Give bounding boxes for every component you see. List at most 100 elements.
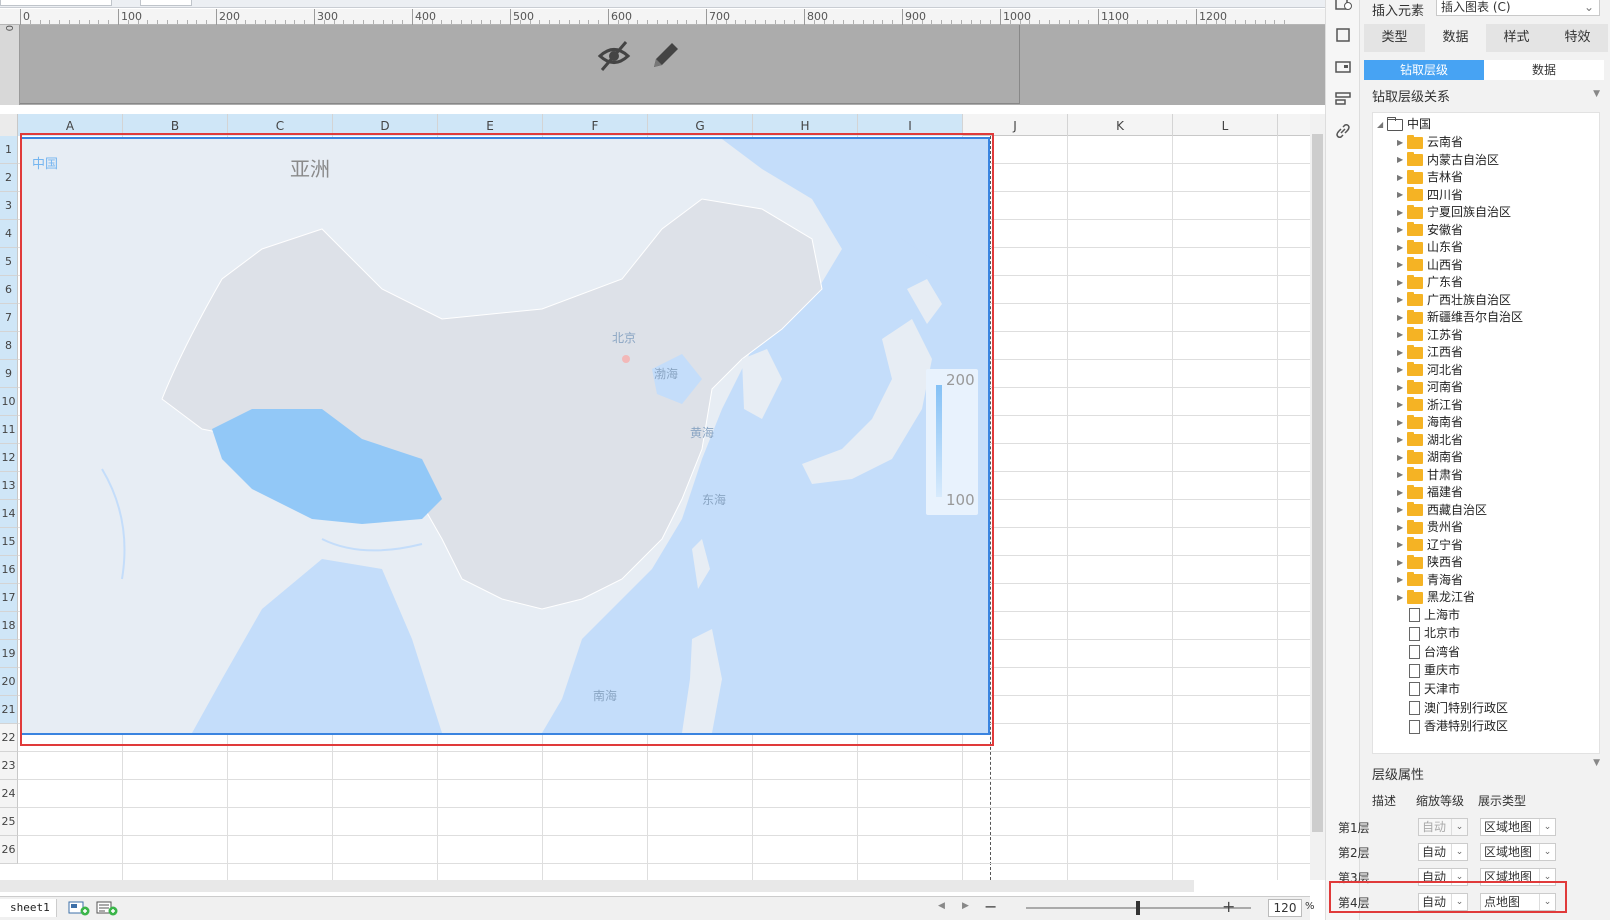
row-header-19[interactable]: 19	[0, 640, 18, 668]
tree-item-folder[interactable]: ▶ 河南省	[1397, 378, 1463, 396]
tree-item-folder[interactable]: ▶ 西藏自治区	[1397, 501, 1487, 519]
zoom-slider-handle[interactable]	[1136, 901, 1140, 915]
color-legend[interactable]: 200 100	[926, 369, 978, 515]
vertical-scrollbar[interactable]	[1310, 114, 1325, 880]
subtab-data[interactable]: 数据	[1484, 60, 1604, 80]
level-zoom-select[interactable]: 自动 ⌄	[1418, 843, 1468, 861]
row-header-16[interactable]: 16	[0, 556, 18, 584]
props-collapse-icon[interactable]: ▼	[1593, 758, 1600, 768]
tree-item-folder[interactable]: ▶ 福建省	[1397, 483, 1463, 501]
row-header-20[interactable]: 20	[0, 668, 18, 696]
tree-item-leaf[interactable]: 北京市	[1409, 624, 1460, 642]
tree-item-folder[interactable]: ▶ 海南省	[1397, 413, 1463, 431]
expand-arrow-icon[interactable]: ▶	[1397, 449, 1407, 467]
expand-arrow-icon[interactable]: ▶	[1397, 379, 1407, 397]
tree-item-folder[interactable]: ▶ 浙江省	[1397, 396, 1463, 414]
collapse-arrow-icon[interactable]: ◢	[1377, 116, 1387, 134]
column-header-i[interactable]: I	[858, 114, 963, 136]
tree-item-folder[interactable]: ▶ 内蒙古自治区	[1397, 151, 1499, 169]
tree-item-folder[interactable]: ▶ 安徽省	[1397, 221, 1463, 239]
expand-arrow-icon[interactable]: ▶	[1397, 484, 1407, 502]
row-header-14[interactable]: 14	[0, 500, 18, 528]
expand-arrow-icon[interactable]: ▶	[1397, 536, 1407, 554]
column-header-j[interactable]: J	[963, 114, 1068, 136]
scroll-left-icon[interactable]: ◀	[938, 901, 945, 911]
row-header-21[interactable]: 21	[0, 696, 18, 724]
row-header-10[interactable]: 10	[0, 388, 18, 416]
tab-style[interactable]: 样式	[1486, 24, 1547, 52]
column-header-d[interactable]: D	[333, 114, 438, 136]
tree-item-folder[interactable]: ▶ 湖北省	[1397, 431, 1463, 449]
tree-item-folder[interactable]: ▶ 广西壮族自治区	[1397, 291, 1511, 309]
expand-arrow-icon[interactable]: ▶	[1397, 274, 1407, 292]
layout-icon[interactable]	[1334, 90, 1352, 108]
tree-item-leaf[interactable]: 上海市	[1409, 606, 1460, 624]
font-size-select[interactable]	[140, 0, 192, 6]
tree-item-leaf[interactable]: 台湾省	[1409, 643, 1460, 661]
zoom-out-button[interactable]: −	[984, 897, 997, 916]
zoom-input[interactable]: 120	[1268, 899, 1302, 917]
row-header-6[interactable]: 6	[0, 276, 18, 304]
tree-item-folder[interactable]: ▶ 吉林省	[1397, 168, 1463, 186]
sheet-tab[interactable]: sheet1	[0, 899, 57, 917]
tree-item-folder[interactable]: ▶ 辽宁省	[1397, 536, 1463, 554]
level-type-select[interactable]: 区域地图 ⌄	[1480, 843, 1556, 861]
column-header-f[interactable]: F	[543, 114, 648, 136]
column-header-b[interactable]: B	[123, 114, 228, 136]
horizontal-scrollbar[interactable]	[0, 880, 1194, 892]
row-header-8[interactable]: 8	[0, 332, 18, 360]
drill-tree[interactable]: ◢ 中国 ▶ 云南省 ▶ 内蒙古自治区 ▶ 吉林省 ▶ 四川省 ▶ 宁夏回族自治区 ▶ 安徽省 ▶ 山东省 ▶ 山…	[1372, 112, 1600, 754]
select-all-corner[interactable]	[0, 114, 18, 136]
row-header-5[interactable]: 5	[0, 248, 18, 276]
tree-item-folder[interactable]: ▶ 四川省	[1397, 186, 1463, 204]
font-select[interactable]	[0, 0, 112, 6]
subtab-drill-level[interactable]: 钻取层级	[1364, 60, 1484, 80]
level-zoom-select[interactable]: 自动 ⌄	[1418, 818, 1468, 836]
expand-arrow-icon[interactable]: ▶	[1397, 291, 1407, 309]
expand-arrow-icon[interactable]: ▶	[1397, 344, 1407, 362]
expand-arrow-icon[interactable]: ▶	[1397, 589, 1407, 607]
row-header-15[interactable]: 15	[0, 528, 18, 556]
row-header-12[interactable]: 12	[0, 444, 18, 472]
row-header-11[interactable]: 11	[0, 416, 18, 444]
level-type-select[interactable]: 区域地图 ⌄	[1480, 818, 1556, 836]
tree-item-folder[interactable]: ▶ 新疆维吾尔自治区	[1397, 308, 1523, 326]
row-header-18[interactable]: 18	[0, 612, 18, 640]
add-dashboard-icon[interactable]	[96, 900, 118, 916]
tree-item-leaf[interactable]: 重庆市	[1409, 661, 1460, 679]
collapse-icon[interactable]: ▼	[1593, 89, 1600, 99]
row-header-7[interactable]: 7	[0, 304, 18, 332]
tree-item-folder[interactable]: ▶ 河北省	[1397, 361, 1463, 379]
row-header-4[interactable]: 4	[0, 220, 18, 248]
expand-arrow-icon[interactable]: ▶	[1397, 151, 1407, 169]
column-header-c[interactable]: C	[228, 114, 333, 136]
scroll-right-icon[interactable]: ▶	[962, 901, 969, 911]
column-header-k[interactable]: K	[1068, 114, 1173, 136]
expand-arrow-icon[interactable]: ▶	[1397, 431, 1407, 449]
expand-arrow-icon[interactable]: ▶	[1397, 571, 1407, 589]
expand-arrow-icon[interactable]: ▶	[1397, 309, 1407, 327]
expand-arrow-icon[interactable]: ▶	[1397, 396, 1407, 414]
tree-item-folder[interactable]: ▶ 江苏省	[1397, 326, 1463, 344]
row-header-1[interactable]: 1	[0, 136, 18, 164]
tree-item-folder[interactable]: ▶ 江西省	[1397, 343, 1463, 361]
row-header-13[interactable]: 13	[0, 472, 18, 500]
map-breadcrumb[interactable]: 中国	[32, 153, 58, 172]
tree-item-folder[interactable]: ▶ 黑龙江省	[1397, 588, 1475, 606]
tab-effect[interactable]: 特效	[1547, 24, 1608, 52]
expand-arrow-icon[interactable]: ▶	[1397, 134, 1407, 152]
expand-arrow-icon[interactable]: ▶	[1397, 221, 1407, 239]
cell-element-icon[interactable]	[1334, 26, 1352, 44]
row-header-3[interactable]: 3	[0, 192, 18, 220]
tab-type[interactable]: 类型	[1364, 24, 1425, 52]
expand-arrow-icon[interactable]: ▶	[1397, 326, 1407, 344]
row-header-22[interactable]: 22	[0, 724, 18, 752]
expand-arrow-icon[interactable]: ▶	[1397, 466, 1407, 484]
column-header-l[interactable]: L	[1173, 114, 1278, 136]
tree-item-leaf[interactable]: 天津市	[1409, 680, 1460, 698]
expand-arrow-icon[interactable]: ▶	[1397, 239, 1407, 257]
map-chart[interactable]: 中国 亚洲 北京 渤海 黄海 东海 南海 200 100	[20, 137, 990, 735]
column-header-g[interactable]: G	[648, 114, 753, 136]
tree-item-folder[interactable]: ▶ 湖南省	[1397, 448, 1463, 466]
expand-arrow-icon[interactable]: ▶	[1397, 186, 1407, 204]
